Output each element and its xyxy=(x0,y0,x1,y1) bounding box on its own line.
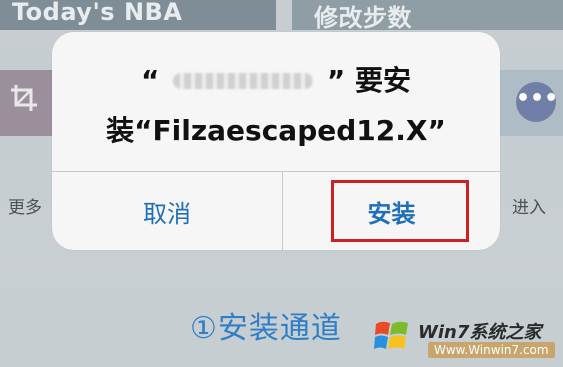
windows-logo-icon xyxy=(374,321,408,349)
more-options-tile: ••• xyxy=(500,70,563,136)
crop-icon xyxy=(11,85,37,111)
watermark-site: Www.Winwin7.com xyxy=(428,342,555,358)
package-name: Filzaescaped12.X xyxy=(152,114,428,147)
bg-tile-today-nba-label: Today's NBA xyxy=(12,0,183,26)
cancel-button[interactable]: 取消 xyxy=(52,172,282,250)
open-quote: “ xyxy=(140,64,160,97)
install-button[interactable]: 安装 xyxy=(283,172,500,250)
install-alert-dialog: “ ” 要安 装“Filzaescaped12.X” 取消 安装 xyxy=(52,32,500,250)
line2-prefix: 装“ xyxy=(106,114,153,147)
watermark: Win7系统之家 Www.Winwin7.com xyxy=(372,316,560,364)
alert-message-line2: 装“Filzaescaped12.X” xyxy=(52,106,500,156)
install-word: 要安 xyxy=(355,64,412,97)
line2-suffix: ” xyxy=(427,114,446,147)
close-quote: ” xyxy=(326,64,346,97)
crop-tool-tile xyxy=(0,70,52,136)
bg-tile-step-modifier-label: 修改步数 xyxy=(314,4,412,32)
watermark-brand: Win7系统之家 xyxy=(418,322,542,343)
bg-tile-today-nba: Today's NBA xyxy=(0,0,276,30)
install-channel-label: ①安装通道 xyxy=(190,311,342,346)
ellipsis-icon: ••• xyxy=(516,82,558,122)
alert-message: “ ” 要安 装“Filzaescaped12.X” xyxy=(52,56,500,156)
alert-message-line1: “ ” 要安 xyxy=(52,56,500,106)
bg-tile-step-modifier: 修改步数 xyxy=(292,0,563,32)
blurred-app-name xyxy=(173,73,314,89)
bg-side-text-right: 进入 xyxy=(512,198,546,218)
bg-side-text-left: 更多 xyxy=(8,198,42,218)
